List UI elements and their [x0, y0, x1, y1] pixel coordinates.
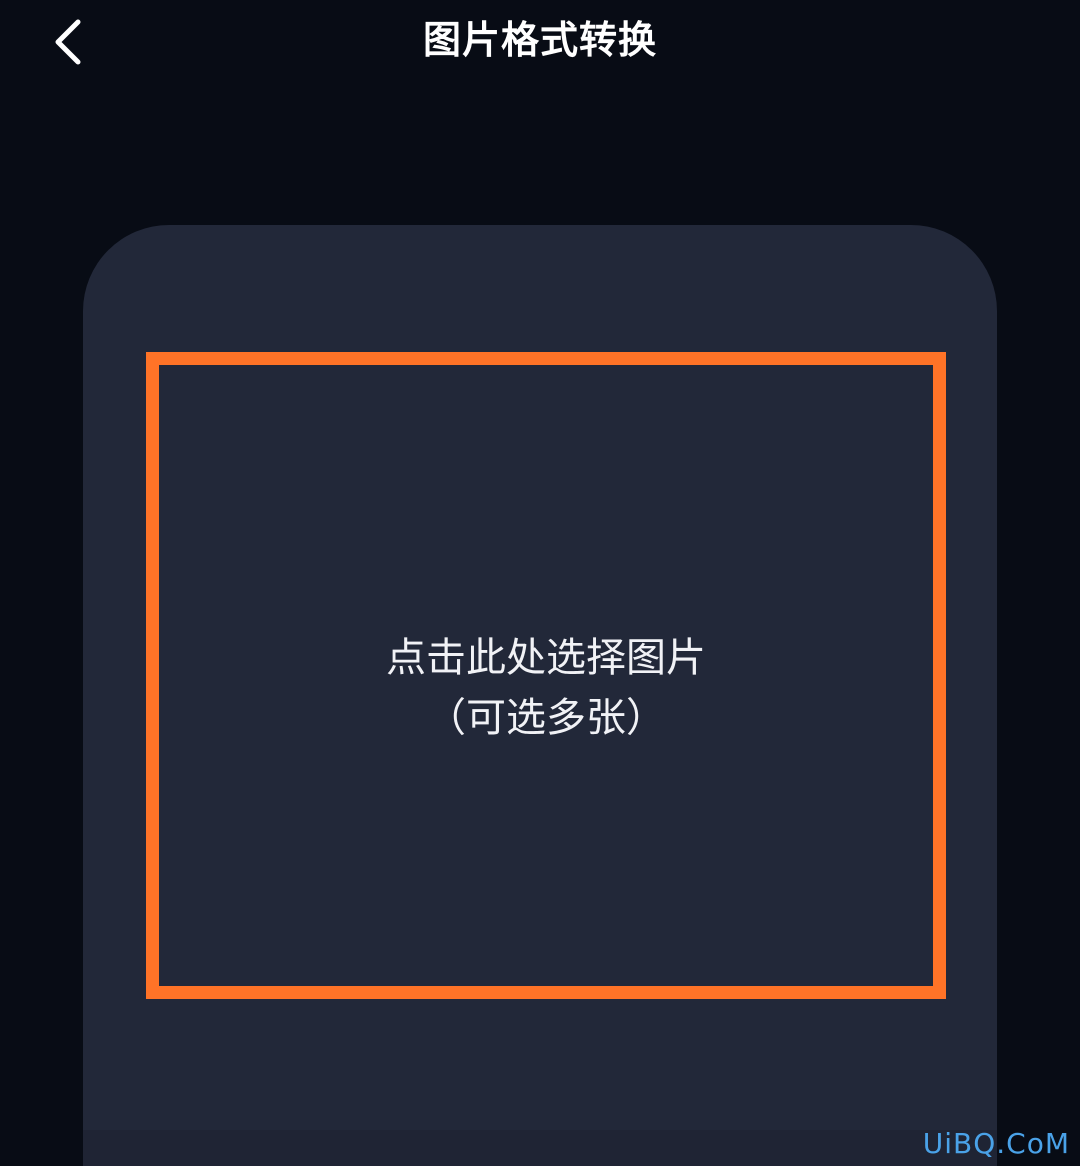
app-screen: 图片格式转换 点击此处选择图片 （可选多张） UiBQ.CoM [0, 0, 1080, 1166]
select-images-prompt: 点击此处选择图片 （可选多张） [159, 628, 933, 748]
select-images-area[interactable]: 点击此处选择图片 （可选多张） [146, 352, 946, 999]
page-title: 图片格式转换 [422, 18, 657, 62]
card-bottom-divider [83, 1130, 997, 1166]
select-images-label: 点击此处选择图片 [386, 635, 706, 681]
top-navigation-bar: 图片格式转换 [0, 0, 1080, 84]
multiple-selection-hint: （可选多张） [426, 695, 666, 741]
watermark: UiBQ.CoM [922, 1127, 1070, 1160]
